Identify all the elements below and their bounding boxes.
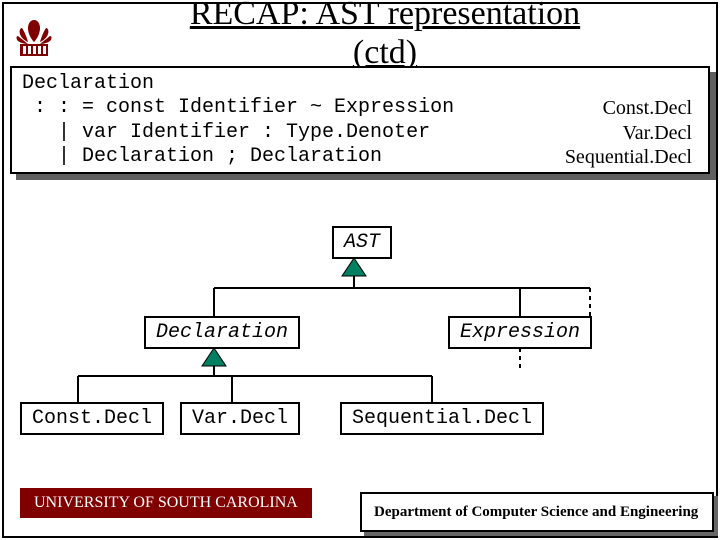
grammar-tag-3: Sequential.Decl (565, 145, 692, 169)
grammar-rule-2: | var Identifier : Type.Denoter (22, 121, 430, 144)
grammar-tag-2: Var.Decl (623, 121, 692, 145)
title-line1: RECAP: AST representation (190, 0, 580, 32)
footer-university: UNIVERSITY OF SOUTH CAROLINA (20, 488, 312, 518)
footer-department-text: Department of Computer Science and Engin… (374, 504, 698, 521)
node-var-decl: Var.Decl (180, 402, 300, 435)
grammar-box: Declaration : : = const Identifier ~ Exp… (10, 66, 710, 174)
grammar-head: Declaration (22, 72, 698, 96)
node-const-decl: Const.Decl (20, 402, 164, 435)
university-logo (10, 14, 58, 62)
grammar-tag-1: Const.Decl (603, 96, 692, 120)
node-declaration: Declaration (144, 316, 300, 349)
node-expression: Expression (448, 316, 592, 349)
footer-department: Department of Computer Science and Engin… (360, 492, 714, 532)
node-sequential-decl: Sequential.Decl (340, 402, 544, 435)
grammar-rule-3: | Declaration ; Declaration (22, 145, 382, 168)
node-ast: AST (332, 226, 392, 259)
slide-title: RECAP: AST representation (ctd) (80, 0, 690, 72)
grammar-rule-1: : : = const Identifier ~ Expression (22, 96, 454, 119)
